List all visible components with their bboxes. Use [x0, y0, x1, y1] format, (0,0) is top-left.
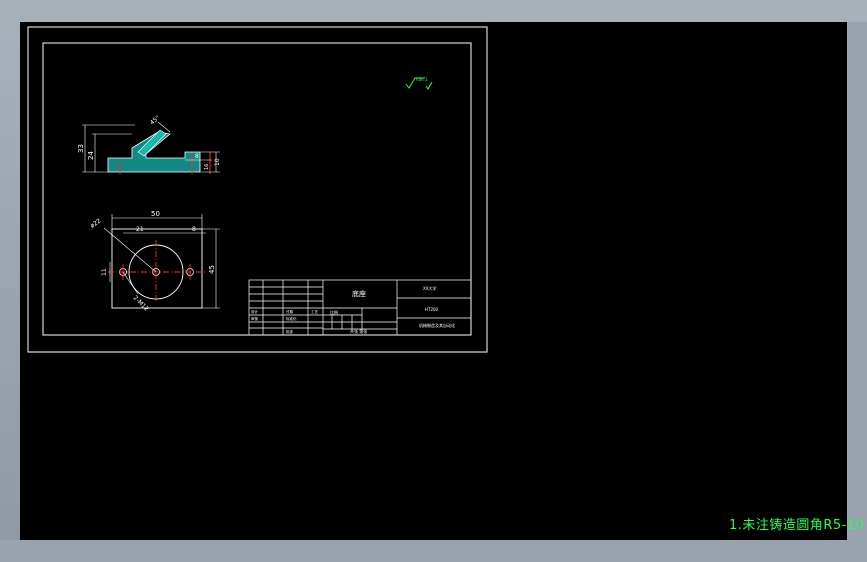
roughness-symbol: Ra6.3	[405, 77, 433, 90]
dim-plan-left: 11	[101, 268, 108, 276]
roughness-text: Ra6.3	[416, 77, 428, 82]
dim-inner-height: 24	[87, 151, 95, 160]
section-view: 33 24 8 10 16 45°	[77, 114, 221, 174]
title-block-text: 底座 XX大学 HT200 机械制造及其自动化 比例 共张 第张 设计 审核 日…	[251, 285, 455, 334]
dim-small-3: 16	[204, 164, 210, 170]
standard-label: 标准化	[286, 316, 297, 321]
dim-small-1: 8	[195, 153, 199, 160]
dim-plan-offset: 21	[136, 226, 144, 233]
drawing-svg: Ra6.3 33 24 8 10 16 45° 50 21 8 45 11 ø2…	[27, 26, 488, 353]
school-name: XX大学	[423, 285, 436, 291]
dim-plan-height: 45	[208, 265, 216, 274]
dim-small-2: 10	[214, 158, 221, 166]
drawing-number: HT200	[425, 307, 439, 312]
designer-label: 设计	[251, 309, 259, 314]
part-name: 底座	[352, 289, 366, 298]
technical-note: 1.未注铸造圆角R5-10	[729, 518, 865, 533]
sheet-outer-border	[27, 26, 488, 353]
scale-label: 比例	[330, 309, 338, 315]
drawing-canvas[interactable]: Ra6.3 33 24 8 10 16 45° 50 21 8 45 11 ø2…	[20, 22, 847, 540]
dim-plan-small: 8	[192, 226, 196, 233]
checker-label: 审核	[251, 316, 259, 321]
dim-overall-height: 33	[77, 144, 85, 153]
dim-angle: 45°	[149, 114, 162, 126]
dim-plan-width: 50	[151, 210, 160, 218]
dim-plan-diameter: ø22	[89, 217, 102, 229]
sheet-label: 共张 第张	[350, 328, 367, 334]
bottom-margin	[0, 540, 867, 562]
plan-view: 50 21 8 45 11 ø22 2-M12	[89, 210, 220, 313]
material-note: 机械制造及其自动化	[419, 322, 455, 328]
sheet-inner-border	[42, 42, 472, 336]
right-margin	[847, 22, 867, 540]
process-label: 工艺	[311, 309, 319, 314]
date-label: 日期	[286, 309, 294, 314]
approve-label: 批准	[286, 329, 294, 334]
